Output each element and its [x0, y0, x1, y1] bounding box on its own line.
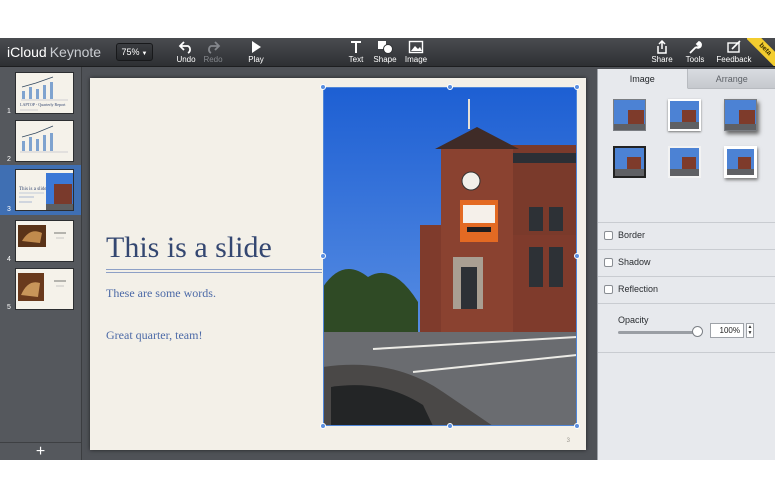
reflection-label: Reflection	[618, 284, 659, 294]
divider	[598, 352, 775, 353]
slide-body-line[interactable]: Great quarter, team!	[106, 328, 202, 343]
chevron-down-icon: ▼	[141, 51, 148, 57]
title-divider	[106, 269, 322, 270]
zoom-value: 75%	[121, 47, 140, 57]
plus-icon: +	[35, 443, 46, 460]
shadow-option[interactable]: Shadow	[604, 253, 770, 273]
inspector-tabs: Image Arrange	[598, 69, 775, 89]
zoom-select[interactable]: 75% ▼	[116, 43, 153, 61]
app-title: iCloud Keynote	[7, 44, 101, 60]
border-checkbox[interactable]	[604, 231, 613, 240]
slide-number-footer: 3	[566, 438, 570, 444]
opacity-slider[interactable]	[618, 331, 698, 334]
divider	[598, 249, 775, 250]
slide-thumbnail-3[interactable]: 3 This is a slide	[0, 165, 81, 215]
image-icon	[408, 40, 424, 54]
slide-thumbnail-1[interactable]: 1 LAPTOP - Quarterly Report	[0, 69, 81, 117]
opacity-input[interactable]: 100%	[710, 323, 744, 338]
shape-button[interactable]: Shape	[368, 40, 402, 64]
play-label: Play	[248, 55, 264, 64]
slide-preview: This is a slide	[15, 169, 74, 211]
wrench-icon	[689, 40, 702, 54]
product-name: Keynote	[49, 44, 102, 60]
image-label: Image	[404, 55, 428, 64]
reflection-checkbox[interactable]	[604, 285, 613, 294]
resize-handle[interactable]	[447, 423, 453, 429]
title-divider	[106, 272, 322, 273]
resize-handle[interactable]	[320, 84, 326, 90]
image-button[interactable]: Image	[399, 40, 433, 64]
selected-slide-image[interactable]	[320, 84, 580, 429]
slide-navigator: 1 LAPTOP - Quarterly Report 2 3 This is …	[0, 67, 82, 460]
divider	[598, 303, 775, 304]
add-slide-button[interactable]: +	[0, 442, 81, 460]
share-button[interactable]: Share	[645, 40, 679, 64]
image-style-grid	[598, 89, 775, 189]
toolbar: iCloud Keynote 75% ▼ Undo Redo Play Text S…	[0, 38, 775, 67]
slide-number: 4	[7, 256, 11, 263]
play-icon	[252, 41, 261, 53]
slide-number: 2	[7, 156, 11, 163]
beta-badge: beta	[747, 38, 775, 66]
shape-icon	[378, 41, 393, 54]
slide-title[interactable]: This is a slide	[106, 231, 272, 265]
image-style-swatch[interactable]	[724, 99, 757, 131]
slide-thumbnail-5[interactable]: 5	[0, 265, 81, 313]
slide-number: 5	[7, 304, 11, 311]
image-style-swatch[interactable]	[724, 146, 757, 178]
slide-number: 1	[7, 108, 11, 115]
divider	[598, 222, 775, 223]
tools-label: Tools	[685, 55, 705, 64]
image-style-swatch[interactable]	[668, 99, 701, 131]
resize-handle[interactable]	[320, 423, 326, 429]
tab-arrange[interactable]: Arrange	[687, 69, 775, 89]
slide-body-line[interactable]: These are some words.	[106, 286, 216, 301]
tools-button[interactable]: Tools	[678, 40, 712, 64]
share-label: Share	[651, 55, 673, 64]
resize-handle[interactable]	[447, 84, 453, 90]
keynote-window: iCloud Keynote 75% ▼ Undo Redo Play Text S…	[0, 38, 775, 460]
slide-thumb-title: This is a slide	[19, 187, 47, 192]
resize-handle[interactable]	[574, 423, 580, 429]
slide-number: 3	[7, 206, 11, 213]
text-icon	[351, 41, 361, 53]
redo-label: Redo	[203, 55, 223, 64]
chevron-down-icon: ▼	[747, 330, 753, 336]
shadow-checkbox[interactable]	[604, 258, 613, 267]
slide-preview	[15, 120, 74, 162]
resize-handle[interactable]	[320, 253, 326, 259]
image-style-swatch[interactable]	[668, 146, 701, 178]
undo-icon	[178, 41, 191, 54]
border-label: Border	[618, 230, 646, 240]
shape-label: Shape	[373, 55, 397, 64]
divider	[598, 276, 775, 277]
slide-preview: LAPTOP - Quarterly Report	[15, 72, 74, 114]
reflection-option[interactable]: Reflection	[604, 280, 770, 300]
slide-preview	[15, 268, 74, 310]
border-option[interactable]: Border	[604, 226, 770, 246]
slide-thumbnail-4[interactable]: 4	[0, 217, 81, 265]
opacity-label: Opacity	[618, 315, 649, 325]
shadow-label: Shadow	[618, 257, 651, 267]
opacity-slider-knob[interactable]	[692, 326, 703, 337]
beta-label: beta	[747, 38, 775, 66]
slide-thumbnail-2[interactable]: 2	[0, 117, 81, 165]
play-button[interactable]: Play	[239, 40, 273, 64]
feedback-icon	[727, 40, 741, 53]
format-inspector: Image Arrange Border Shadow Reflection O…	[597, 69, 775, 460]
resize-handle[interactable]	[574, 253, 580, 259]
tab-image[interactable]: Image	[598, 69, 688, 89]
redo-icon	[208, 41, 221, 54]
slide-thumb-title: LAPTOP - Quarterly Report	[20, 102, 66, 107]
stadium-photo	[323, 87, 578, 426]
image-style-swatch[interactable]	[613, 99, 646, 131]
brand-name: iCloud	[7, 44, 47, 60]
slide-preview	[15, 220, 74, 262]
redo-button[interactable]: Redo	[196, 40, 230, 64]
share-icon	[657, 40, 667, 54]
image-style-swatch[interactable]	[613, 146, 646, 178]
resize-handle[interactable]	[574, 84, 580, 90]
opacity-stepper[interactable]: ▲ ▼	[746, 323, 754, 338]
